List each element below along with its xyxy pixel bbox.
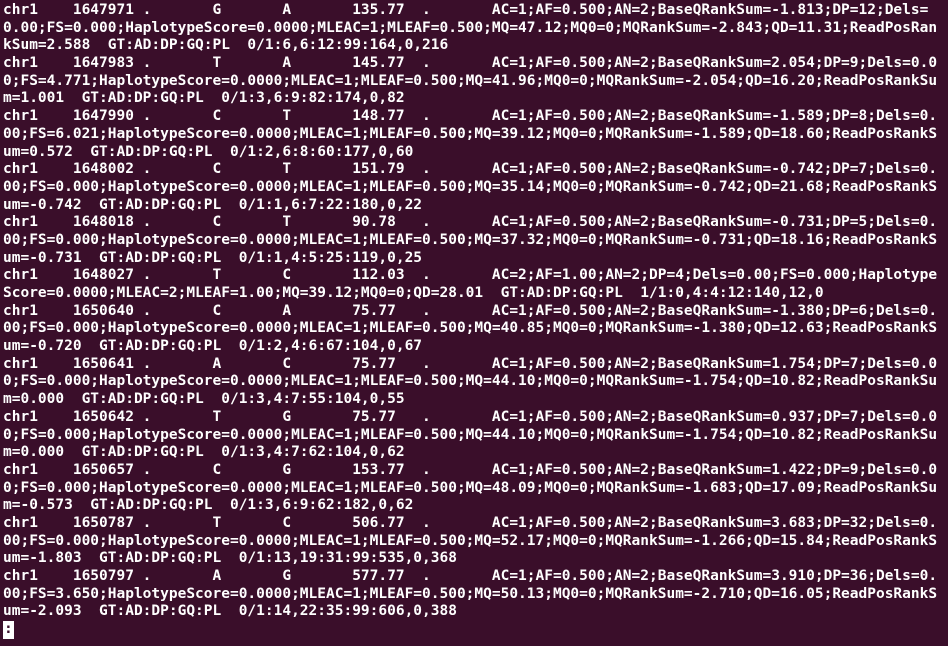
prompt-cursor: : (3, 621, 14, 639)
vcf-text: chr1 1647971 . G A 135.77 . AC=1;AF=0.50… (3, 2, 945, 621)
terminal-output[interactable]: chr1 1647971 . G A 135.77 . AC=1;AF=0.50… (0, 0, 948, 641)
prompt-line[interactable]: : (3, 621, 14, 637)
